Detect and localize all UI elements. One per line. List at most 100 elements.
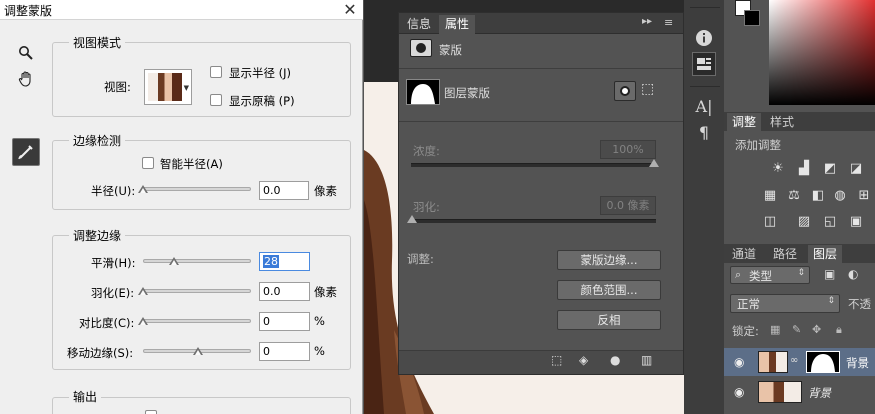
layer-filter-dropdown[interactable]: ⌕ 类型 ⇕ [730, 266, 810, 284]
refine-radius-brush-icon[interactable] [12, 138, 40, 166]
curves-icon[interactable]: ◩ [820, 159, 840, 177]
contrast-slider-thumb[interactable] [138, 317, 148, 325]
lock-image-icon[interactable]: ✎ [792, 323, 801, 336]
view-label: 视图: [104, 80, 131, 94]
properties-icon[interactable] [692, 52, 716, 76]
info-icon[interactable] [692, 26, 716, 50]
feather-slider-thumb[interactable] [138, 287, 148, 295]
show-original-checkbox[interactable] [210, 94, 222, 106]
close-icon[interactable]: ✕ [340, 0, 360, 20]
tab-info[interactable]: 信息 [401, 15, 437, 34]
smooth-input-value: 28 [263, 255, 279, 268]
layer-row[interactable]: ◉ 背景 [724, 378, 875, 406]
layer-mask-thumbnail [406, 79, 440, 105]
exposure-icon[interactable]: ◪ [846, 159, 866, 177]
search-icon: ⌕ [735, 268, 742, 281]
density-label: 浓度: [413, 144, 440, 158]
channel-mixer-icon[interactable]: ⊞ [854, 186, 874, 204]
color-range-button[interactable]: 颜色范围... [557, 280, 661, 300]
tab-styles[interactable]: 样式 [765, 113, 799, 131]
density-input[interactable]: 100% [600, 140, 656, 159]
feather-slider-track[interactable] [411, 219, 656, 223]
tab-layers[interactable]: 图层 [808, 245, 843, 263]
zoom-tool-icon[interactable] [15, 42, 37, 64]
smooth-slider-track[interactable] [143, 259, 251, 263]
panel-menu-icon[interactable]: ≡ [664, 16, 673, 29]
shift-edge-input[interactable]: 0 [259, 342, 310, 361]
blend-mode-value: 正常 [737, 297, 760, 311]
smooth-input[interactable]: 28 [259, 252, 310, 271]
layer-mask-label: 图层蒙版 [444, 86, 490, 100]
invert-adjust-icon[interactable]: ◫ [760, 212, 780, 230]
paragraph-icon[interactable]: ¶ [692, 120, 716, 144]
tab-properties[interactable]: 属性 [439, 15, 476, 34]
contrast-input[interactable]: 0 [259, 312, 310, 331]
bw-icon[interactable]: ◧ [808, 186, 828, 204]
smooth-slider-thumb[interactable] [169, 257, 179, 265]
posterize-icon[interactable]: ▨ [794, 212, 814, 230]
hand-tool-icon[interactable] [15, 68, 37, 90]
levels-icon[interactable]: ▟ [794, 159, 814, 177]
density-slider-thumb[interactable] [649, 159, 659, 167]
tab-adjustments[interactable]: 调整 [727, 113, 762, 131]
radius-input[interactable]: 0.0 [259, 181, 309, 200]
layer-row-selected[interactable]: ◉ ∞ 背景 [724, 348, 875, 376]
trash-icon[interactable]: ▥ [641, 353, 652, 367]
lock-position-icon[interactable]: ✥ [812, 323, 821, 336]
chevron-updown-icon: ⇕ [797, 268, 805, 278]
adjust-edge-legend: 调整边缘 [69, 227, 126, 244]
layer-name: 背景 [846, 356, 869, 370]
load-selection-icon[interactable]: ⬚ [551, 353, 562, 367]
photo-filter-icon[interactable]: ◍ [830, 186, 850, 204]
feather-input[interactable]: 0.0 像素 [600, 196, 656, 215]
tab-paths[interactable]: 路径 [768, 245, 802, 263]
radius-slider-track[interactable] [141, 187, 251, 191]
mask-edge-button[interactable]: 蒙版边缘... [557, 250, 661, 270]
view-mode-dropdown[interactable]: ▼ [144, 69, 192, 105]
layer-mask-thumb[interactable] [806, 351, 840, 373]
output-checkbox[interactable] [145, 410, 157, 414]
layer-thumbnail [758, 351, 788, 373]
feather-input[interactable]: 0.0 [259, 282, 310, 301]
chevron-down-icon: ▼ [183, 84, 189, 92]
background-color-swatch[interactable] [744, 10, 760, 26]
character-icon[interactable]: A| [692, 94, 716, 118]
gradient-map-icon[interactable]: ▣ [846, 212, 866, 230]
layer-filter-value: 类型 [749, 269, 772, 283]
apply-mask-icon[interactable]: ◈ [579, 353, 588, 367]
show-original-label: 显示原稿 (P) [229, 94, 295, 108]
pixel-mask-button[interactable] [614, 81, 636, 101]
filter-image-icon[interactable]: ▣ [824, 267, 835, 281]
eye-icon[interactable]: ◉ [734, 385, 744, 399]
balance-icon[interactable]: ⚖ [784, 186, 804, 204]
feather-slider-track[interactable] [141, 289, 251, 293]
density-slider-track[interactable] [411, 163, 656, 167]
visibility-icon[interactable]: ● [610, 353, 620, 367]
view-mode-group [52, 42, 351, 117]
panel-dock: A| ¶ [684, 0, 724, 414]
filter-adjust-icon[interactable]: ◐ [848, 267, 858, 281]
smart-radius-checkbox[interactable] [142, 157, 154, 169]
shift-edge-slider-thumb[interactable] [193, 347, 203, 355]
radius-slider-thumb[interactable] [138, 185, 148, 193]
tab-channels[interactable]: 通道 [727, 245, 761, 263]
lock-all-icon[interactable]: 🔒︎ [836, 323, 842, 337]
show-radius-checkbox[interactable] [210, 66, 222, 78]
color-panel [724, 0, 875, 110]
vibrance-icon[interactable]: ▦ [760, 186, 780, 204]
brightness-icon[interactable]: ☀ [768, 159, 788, 177]
layer-thumbnail [758, 381, 802, 403]
threshold-icon[interactable]: ◱ [820, 212, 840, 230]
collapse-icon[interactable]: ▸▸ [642, 16, 652, 27]
vector-mask-icon[interactable]: ⬚ [641, 81, 654, 97]
eye-icon[interactable]: ◉ [734, 355, 744, 369]
feather-slider-thumb[interactable] [407, 215, 417, 223]
contrast-slider-track[interactable] [141, 319, 251, 323]
contrast-unit: % [314, 314, 325, 328]
lock-transparent-icon[interactable]: ▦ [770, 323, 780, 336]
invert-button[interactable]: 反相 [557, 310, 661, 330]
dialog-title: 调整蒙版 [4, 4, 53, 18]
color-field[interactable] [769, 0, 875, 105]
blend-mode-dropdown[interactable]: 正常 ⇕ [730, 294, 840, 313]
chain-link-icon[interactable]: ∞ [790, 355, 798, 366]
